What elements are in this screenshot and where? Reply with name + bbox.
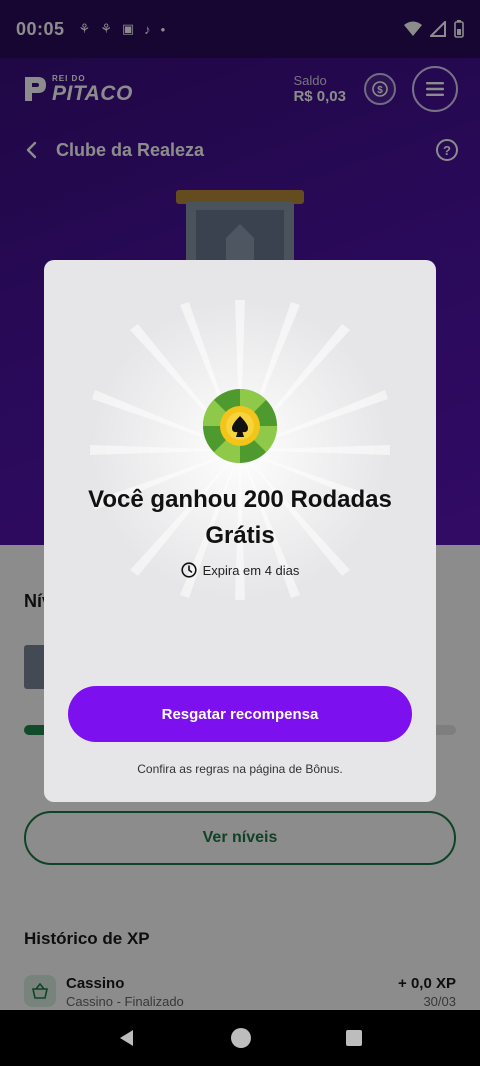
- expiry-text: Expira em 4 dias: [202, 562, 300, 578]
- nav-back-icon[interactable]: [117, 1028, 137, 1048]
- nav-home-icon[interactable]: [230, 1027, 252, 1049]
- claim-reward-button[interactable]: Resgatar recompensa: [68, 686, 412, 742]
- clock-icon: [180, 562, 197, 578]
- spade-spin-wheel-icon: [202, 388, 278, 464]
- expiry-info: Expira em 4 dias: [44, 562, 436, 578]
- bonus-rules-text[interactable]: Confira as regras na página de Bônus.: [44, 762, 436, 776]
- reward-title: Você ganhou 200 Rodadas Grátis: [88, 486, 392, 549]
- nav-recents-icon[interactable]: [345, 1029, 363, 1047]
- reward-modal: Você ganhou 200 Rodadas Grátis Expira em…: [44, 260, 436, 802]
- system-nav-bar: [0, 1010, 480, 1066]
